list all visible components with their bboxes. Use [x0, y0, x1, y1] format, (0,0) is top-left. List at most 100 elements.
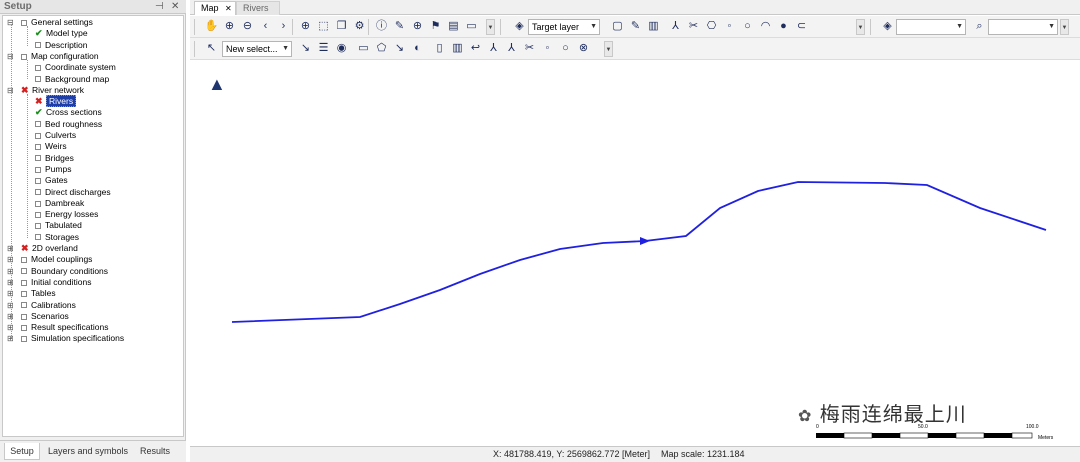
tab-setup[interactable]: Setup [4, 443, 40, 460]
tab-map[interactable]: Map ✕ [194, 1, 236, 15]
check-icon: ✔ [35, 107, 43, 118]
zoom-extent-icon[interactable]: ⬚ [316, 19, 331, 34]
tab-map-label: Map [201, 3, 219, 13]
tree-item[interactable]: Bed roughness [35, 119, 102, 130]
close-icon[interactable]: ✕ [171, 1, 179, 12]
ruler-icon[interactable]: ▭ [464, 19, 479, 34]
layers-icon[interactable]: ◈ [512, 19, 527, 34]
forward-icon[interactable]: › [276, 19, 291, 34]
layers-icon[interactable]: ◈ [880, 19, 895, 34]
tree-item[interactable]: ⊞ Model couplings [7, 254, 92, 265]
tree-item[interactable]: ⊞ Scenarios [7, 311, 69, 322]
tree-item-label: Pumps [45, 163, 72, 174]
tree-item[interactable]: ⊞ Simulation specifications [7, 333, 124, 344]
layer-select-dropdown[interactable]: ▼ [896, 19, 966, 35]
point-icon[interactable]: ● [776, 19, 791, 34]
tree-item[interactable]: Description [35, 40, 88, 51]
merge-icon[interactable]: ◠ [758, 19, 773, 34]
tab-close-icon[interactable]: ✕ [225, 2, 232, 15]
copy-map-icon[interactable]: ❐ [334, 19, 349, 34]
clear-selection-icon[interactable]: ↘ [392, 41, 407, 56]
crosshair-icon[interactable]: ⊕ [410, 19, 425, 34]
search-dropdown[interactable]: ▼ [988, 19, 1058, 35]
tree-item[interactable]: Bridges [35, 153, 74, 164]
tree-item[interactable]: Pumps [35, 164, 71, 175]
tree-item[interactable]: ⊞ Tables [7, 288, 56, 299]
disconnect-icon[interactable]: ○ [740, 19, 755, 34]
tree-item[interactable]: Tabulated [35, 220, 82, 231]
new-selection-dropdown[interactable]: New select... ▼ [222, 41, 292, 57]
node-icon[interactable]: ◦ [722, 19, 737, 34]
settings-icon[interactable]: ⚙ [352, 19, 367, 34]
toggle-icon[interactable]: ⊂ [794, 19, 809, 34]
search-icon[interactable]: ⌕ [972, 19, 987, 34]
toolbar-overflow-button[interactable]: ▼ [604, 41, 613, 57]
globe-icon[interactable]: ⊕ [298, 19, 313, 34]
pan-icon[interactable]: ✋ [204, 19, 219, 34]
split-icon[interactable]: ⅄ [668, 19, 683, 34]
river-branch[interactable] [231, 181, 1047, 323]
tree-item[interactable]: Gates [35, 175, 68, 186]
zoom-in-icon[interactable]: ⊕ [222, 19, 237, 34]
attribute-table-icon[interactable]: ☰ [316, 41, 331, 56]
pin-icon[interactable]: ⊣ [155, 1, 164, 12]
zoom-out-icon[interactable]: ⊖ [240, 19, 255, 34]
tree-item[interactable]: ⊞ ✖ 2D overland [7, 243, 78, 254]
tree-item[interactable]: Weirs [35, 141, 67, 152]
vertex-icon[interactable]: ⎔ [704, 19, 719, 34]
tree-item[interactable]: ⊞ Result specifications [7, 322, 108, 333]
tab-rivers[interactable]: Rivers [236, 1, 280, 15]
tree-item[interactable]: Culverts [35, 130, 76, 141]
tree-item[interactable]: ✔ Model type [35, 28, 88, 39]
cut-icon[interactable]: ✂ [686, 19, 701, 34]
tree-item[interactable]: Direct discharges [35, 187, 111, 198]
join-icon[interactable]: ⅄ [504, 41, 519, 56]
tab-layers-and-symbols[interactable]: Layers and symbols [44, 443, 132, 460]
tree-item[interactable]: Energy losses [35, 209, 98, 220]
tree-item[interactable]: ⊟ Map configuration [7, 51, 99, 62]
edit-icon[interactable]: ✎ [628, 19, 643, 34]
tree-item[interactable]: Storages [35, 232, 79, 243]
info-icon[interactable]: ⓘ [374, 19, 389, 34]
delete-icon[interactable]: ▥ [646, 19, 661, 34]
network-icon[interactable]: ⊗ [576, 41, 591, 56]
checkbox-icon [21, 336, 27, 343]
tree-item[interactable]: Background map [35, 74, 109, 85]
flag-icon[interactable]: ⚑ [428, 19, 443, 34]
toolbar-overflow-button[interactable]: ▼ [486, 19, 495, 35]
toolbar-overflow-button[interactable]: ▼ [856, 19, 865, 35]
split-icon[interactable]: ⅄ [486, 41, 501, 56]
toolbar-separator [870, 19, 871, 35]
cut-icon[interactable]: ✂ [522, 41, 537, 56]
select-polygon-icon[interactable]: ⬠ [374, 41, 389, 56]
copy-icon[interactable]: ▯ [432, 41, 447, 56]
measure-icon[interactable]: ✎ [392, 19, 407, 34]
target-layer-dropdown[interactable]: Target layer ▼ [528, 19, 600, 35]
tree-item[interactable]: ✖ Rivers [35, 95, 77, 108]
tab-results[interactable]: Results [134, 443, 176, 460]
tree-item[interactable]: ⊟ General settings [7, 17, 93, 28]
delete-icon[interactable]: ▥ [450, 41, 465, 56]
error-icon: ✖ [21, 243, 29, 253]
chart-icon[interactable]: ▤ [446, 19, 461, 34]
invert-selection-icon[interactable]: ◐ [410, 41, 425, 56]
select-by-attribute-icon[interactable]: ↘ [298, 41, 313, 56]
tree-item[interactable]: ✔ Cross sections [35, 107, 102, 118]
toolbar-overflow-button[interactable]: ▼ [1060, 19, 1069, 35]
node-icon[interactable]: ○ [558, 41, 573, 56]
map-canvas[interactable]: ▲ 0 50.0 100.0 Meters ✿ 梅雨连绵最上川 [190, 62, 1080, 446]
tree-item[interactable]: Coordinate system [35, 62, 116, 73]
checkbox-icon [35, 144, 41, 151]
vertex-icon[interactable]: ◦ [540, 41, 555, 56]
back-icon[interactable]: ‹ [258, 19, 273, 34]
new-feature-icon[interactable]: ▢ [610, 19, 625, 34]
tree-item[interactable]: ⊞ Calibrations [7, 300, 76, 311]
select-icon[interactable]: ↖ [204, 41, 219, 56]
undo-icon[interactable]: ↩ [468, 41, 483, 56]
tree-item[interactable]: ⊞ Initial conditions [7, 277, 91, 288]
tree-item-label: Gates [45, 175, 68, 186]
select-point-icon[interactable]: ◉ [334, 41, 349, 56]
select-rectangle-icon[interactable]: ▭ [356, 41, 371, 56]
tree-item[interactable]: Dambreak [35, 198, 84, 209]
tree-item[interactable]: ⊞ Boundary conditions [7, 266, 108, 277]
